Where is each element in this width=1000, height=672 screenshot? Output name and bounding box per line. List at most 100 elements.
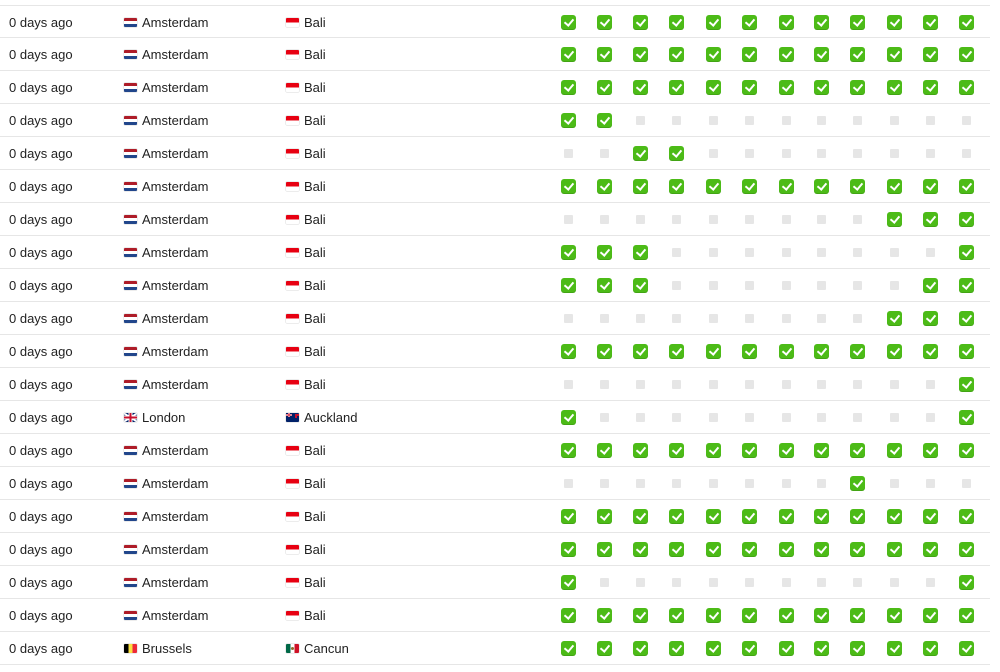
check-mark-icon (597, 179, 612, 194)
check-mark-icon (706, 179, 721, 194)
table-row[interactable]: 0 days ago Amsterdam Bali (0, 302, 990, 335)
check-mark-icon (742, 344, 757, 359)
check-mark-icon (669, 641, 684, 656)
origin-city: Amsterdam (124, 71, 208, 104)
time-ago-label: 0 days ago (9, 476, 73, 491)
check-mark-icon (597, 443, 612, 458)
check-mark-icon (850, 80, 865, 95)
destination-city-name: Bali (304, 146, 326, 161)
time-ago-label: 0 days ago (9, 509, 73, 524)
empty-square-icon (636, 479, 645, 488)
flag-id-icon (286, 116, 299, 125)
table-row[interactable]: 0 days ago Amsterdam Bali (0, 236, 990, 269)
check-mark-icon (959, 443, 974, 458)
check-mark-icon (814, 47, 829, 62)
check-mark-icon (923, 80, 938, 95)
time-ago-label: 0 days ago (9, 575, 73, 590)
table-row[interactable]: 0 days ago Amsterdam Bali (0, 467, 990, 500)
table-row[interactable]: 0 days ago Amsterdam Bali (0, 5, 990, 38)
table-row[interactable]: 0 days ago Amsterdam Bali (0, 38, 990, 71)
check-mark-icon (887, 443, 902, 458)
check-mark-icon (887, 179, 902, 194)
table-row[interactable]: 0 days ago Amsterdam Bali (0, 500, 990, 533)
check-mark-icon (850, 443, 865, 458)
table-row[interactable]: 0 days ago Amsterdam Bali (0, 335, 990, 368)
empty-square-icon (745, 413, 754, 422)
table-row[interactable]: 0 days ago Amsterdam Bali (0, 434, 990, 467)
table-row[interactable]: 0 days ago London Auckland (0, 401, 990, 434)
check-mark-icon (742, 443, 757, 458)
check-mark-icon (923, 278, 938, 293)
table-row[interactable]: 0 days ago Amsterdam Bali (0, 533, 990, 566)
empty-square-icon (853, 116, 862, 125)
empty-square-icon (564, 314, 573, 323)
check-mark-icon (923, 641, 938, 656)
origin-city-name: Amsterdam (142, 15, 209, 30)
flag-id-icon (286, 380, 299, 389)
destination-city-name: Bali (304, 212, 326, 227)
origin-city-name: Amsterdam (142, 278, 209, 293)
empty-square-icon (817, 248, 826, 257)
check-mark-icon (597, 47, 612, 62)
time-ago-label: 0 days ago (9, 179, 73, 194)
origin-city-name: Amsterdam (142, 80, 209, 95)
check-mark-icon (959, 377, 974, 392)
empty-square-icon (745, 149, 754, 158)
check-mark-icon (633, 15, 648, 30)
table-row[interactable]: 0 days ago Amsterdam Bali (0, 104, 990, 137)
origin-city-name: Brussels (142, 641, 192, 656)
check-mark-icon (706, 80, 721, 95)
check-mark-icon (923, 47, 938, 62)
check-mark-icon (633, 344, 648, 359)
check-mark-icon (779, 179, 794, 194)
empty-square-icon (709, 281, 718, 290)
empty-square-icon (745, 479, 754, 488)
time-ago-label: 0 days ago (9, 113, 73, 128)
check-mark-icon (633, 542, 648, 557)
destination-city: Bali (286, 566, 326, 599)
check-mark-icon (597, 542, 612, 557)
table-row[interactable]: 0 days ago Amsterdam Bali (0, 599, 990, 632)
table-row[interactable]: 0 days ago Amsterdam Bali (0, 203, 990, 236)
check-mark-icon (923, 608, 938, 623)
flag-gb-icon (124, 413, 137, 422)
check-mark-icon (669, 443, 684, 458)
empty-square-icon (817, 149, 826, 158)
check-mark-icon (779, 509, 794, 524)
table-row[interactable]: 0 days ago Amsterdam Bali (0, 566, 990, 599)
origin-city-name: Amsterdam (142, 542, 209, 557)
empty-square-icon (782, 149, 791, 158)
origin-city-name: London (142, 410, 186, 425)
time-ago-label: 0 days ago (9, 344, 73, 359)
check-mark-icon (887, 47, 902, 62)
table-row[interactable]: 0 days ago Brussels Cancun (0, 632, 990, 665)
check-mark-icon (850, 476, 865, 491)
table-row[interactable]: 0 days ago Amsterdam Bali (0, 71, 990, 104)
check-mark-icon (814, 443, 829, 458)
empty-square-icon (672, 578, 681, 587)
flag-nl-icon (124, 479, 137, 488)
table-row[interactable]: 0 days ago Amsterdam Bali (0, 137, 990, 170)
check-mark-icon (779, 47, 794, 62)
destination-city-name: Bali (304, 443, 326, 458)
origin-city: Amsterdam (124, 269, 208, 302)
destination-city-name: Bali (304, 377, 326, 392)
origin-city-name: Amsterdam (142, 212, 209, 227)
check-mark-icon (923, 443, 938, 458)
flag-id-icon (286, 281, 299, 290)
check-mark-icon (597, 80, 612, 95)
empty-square-icon (817, 413, 826, 422)
check-mark-icon (959, 47, 974, 62)
empty-square-icon (672, 380, 681, 389)
table-row[interactable]: 0 days ago Amsterdam Bali (0, 269, 990, 302)
check-mark-icon (706, 15, 721, 30)
table-row[interactable]: 0 days ago Amsterdam Bali (0, 368, 990, 401)
empty-square-icon (926, 413, 935, 422)
flag-nl-icon (124, 18, 137, 27)
check-mark-icon (633, 80, 648, 95)
flag-id-icon (286, 479, 299, 488)
flag-id-icon (286, 512, 299, 521)
table-row[interactable]: 0 days ago Amsterdam Bali (0, 170, 990, 203)
origin-city-name: Amsterdam (142, 311, 209, 326)
origin-city-name: Amsterdam (142, 113, 209, 128)
